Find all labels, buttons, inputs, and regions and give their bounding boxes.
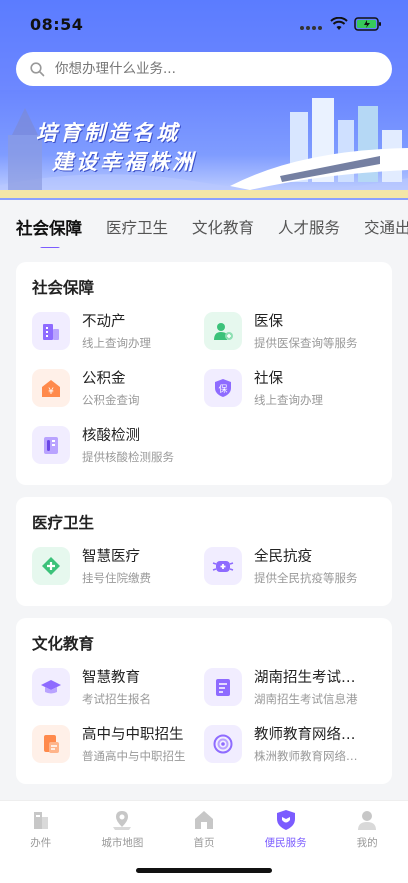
service-nucleic-test[interactable]: 核酸检测 提供核酸检测服务 xyxy=(32,424,204,465)
test-tube-icon xyxy=(32,425,70,464)
tab-transport[interactable]: 交通出行 xyxy=(364,216,408,238)
section-medical: 医疗卫生 智慧医疗 挂号住院缴费 全民抗疫 提供全民抗疫等服务 xyxy=(16,497,392,606)
shield-icon: 保 xyxy=(204,368,242,407)
service-housing-fund[interactable]: ¥ 公积金 公积金查询 xyxy=(32,367,204,408)
tab-social-security[interactable]: 社会保障 xyxy=(16,215,82,248)
graduation-cap-icon xyxy=(32,667,70,706)
promo-banner[interactable]: 培育制造名城 建设幸福株洲 xyxy=(0,90,408,198)
service-teacher-network[interactable]: 教师教育网络学院 株洲教师教育网络学院 xyxy=(204,723,376,764)
banner-slogan-line1: 培育制造名城 xyxy=(36,121,180,145)
service-desc: 线上查询办理 xyxy=(82,336,151,350)
section-title: 社会保障 xyxy=(32,279,95,297)
section-education: 文化教育 智慧教育 考试招生报名 湖南招生考试信息港 湖南招生考试信息港 xyxy=(16,618,392,784)
main-content: 社会保障 不动产 线上查询办理 医保 提供医保查询等服务 ¥ 公积金 公积金查询… xyxy=(0,262,408,796)
nav-mine[interactable]: 我的 xyxy=(332,809,402,883)
search-bar[interactable] xyxy=(16,52,392,86)
nav-label: 便民服务 xyxy=(264,837,307,849)
service-desc: 提供全民抗疫等服务 xyxy=(254,571,358,585)
map-icon xyxy=(113,811,132,830)
service-name: 不动产 xyxy=(82,314,126,330)
housing-fund-icon: ¥ xyxy=(32,368,70,407)
search-input[interactable] xyxy=(55,61,355,77)
service-hunan-exam[interactable]: 湖南招生考试信息港 湖南招生考试信息港 xyxy=(204,666,376,707)
section-title: 医疗卫生 xyxy=(32,514,95,532)
home-icon xyxy=(194,811,213,829)
service-epidemic[interactable]: 全民抗疫 提供全民抗疫等服务 xyxy=(204,545,376,586)
nav-label: 我的 xyxy=(356,837,378,849)
status-time: 08:54 xyxy=(30,14,84,34)
service-shield-icon xyxy=(276,810,295,830)
service-desc: 公积金查询 xyxy=(82,393,140,407)
service-name: 教师教育网络学院 xyxy=(254,727,364,743)
exam-book-icon xyxy=(204,667,242,706)
svg-text:¥: ¥ xyxy=(48,387,54,397)
service-name: 高中与中职招生 xyxy=(82,727,184,743)
service-name: 智慧教育 xyxy=(82,670,140,686)
service-name: 社保 xyxy=(254,371,283,387)
service-desc: 湖南招生考试信息港 xyxy=(254,692,358,706)
service-name: 智慧医疗 xyxy=(82,549,140,565)
status-bar: 08:54 xyxy=(0,0,408,48)
service-desc: 提供核酸检测服务 xyxy=(82,450,174,464)
nav-label: 城市地图 xyxy=(101,837,144,849)
service-smart-education[interactable]: 智慧教育 考试招生报名 xyxy=(32,666,204,707)
section-title: 文化教育 xyxy=(32,635,95,653)
tab-education[interactable]: 文化教育 xyxy=(192,216,254,238)
home-indicator xyxy=(136,868,272,873)
service-desc: 提供医保查询等服务 xyxy=(254,336,358,350)
service-name: 核酸检测 xyxy=(82,428,140,444)
service-social-insurance[interactable]: 保 社保 线上查询办理 xyxy=(204,367,376,408)
service-smart-medical[interactable]: 智慧医疗 挂号住院缴费 xyxy=(32,545,204,586)
search-icon xyxy=(30,61,45,76)
section-social-security: 社会保障 不动产 线上查询办理 医保 提供医保查询等服务 ¥ 公积金 公积金查询… xyxy=(16,262,392,485)
service-real-estate[interactable]: 不动产 线上查询办理 xyxy=(32,310,204,351)
smart-medical-icon xyxy=(32,546,70,585)
svg-text:保: 保 xyxy=(218,383,227,395)
mask-icon xyxy=(204,546,242,585)
network-icon xyxy=(204,724,242,763)
banner-slogan-line2: 建设幸福株洲 xyxy=(52,150,196,174)
document-icon xyxy=(32,724,70,763)
nav-files[interactable]: 办件 xyxy=(6,809,76,883)
service-desc: 挂号住院缴费 xyxy=(82,571,151,585)
nav-label: 办件 xyxy=(30,837,52,849)
signal-icon xyxy=(300,15,324,34)
medical-insurance-icon xyxy=(204,311,242,350)
user-icon xyxy=(358,811,377,830)
service-desc: 株洲教师教育网络学院 xyxy=(254,749,364,763)
wifi-icon xyxy=(330,17,348,30)
files-icon xyxy=(33,812,48,829)
status-icons xyxy=(300,15,382,34)
service-name: 全民抗疫 xyxy=(254,549,312,565)
building-icon xyxy=(32,311,70,350)
tab-medical[interactable]: 医疗卫生 xyxy=(106,216,168,238)
service-name: 医保 xyxy=(254,314,283,330)
nav-label: 首页 xyxy=(193,837,215,849)
battery-charging-icon xyxy=(354,17,381,31)
service-medical-insurance[interactable]: 医保 提供医保查询等服务 xyxy=(204,310,376,351)
category-tabs: 社会保障 医疗卫生 文化教育 人才服务 交通出行 xyxy=(0,206,408,248)
service-desc: 考试招生报名 xyxy=(82,692,151,706)
service-name: 公积金 xyxy=(82,371,126,387)
service-desc: 线上查询办理 xyxy=(254,393,323,407)
service-high-school-enroll[interactable]: 高中与中职招生 普通高中与中职招生 xyxy=(32,723,204,764)
service-name: 湖南招生考试信息港 xyxy=(254,670,364,686)
tab-talent[interactable]: 人才服务 xyxy=(278,216,340,238)
service-desc: 普通高中与中职招生 xyxy=(82,749,186,763)
